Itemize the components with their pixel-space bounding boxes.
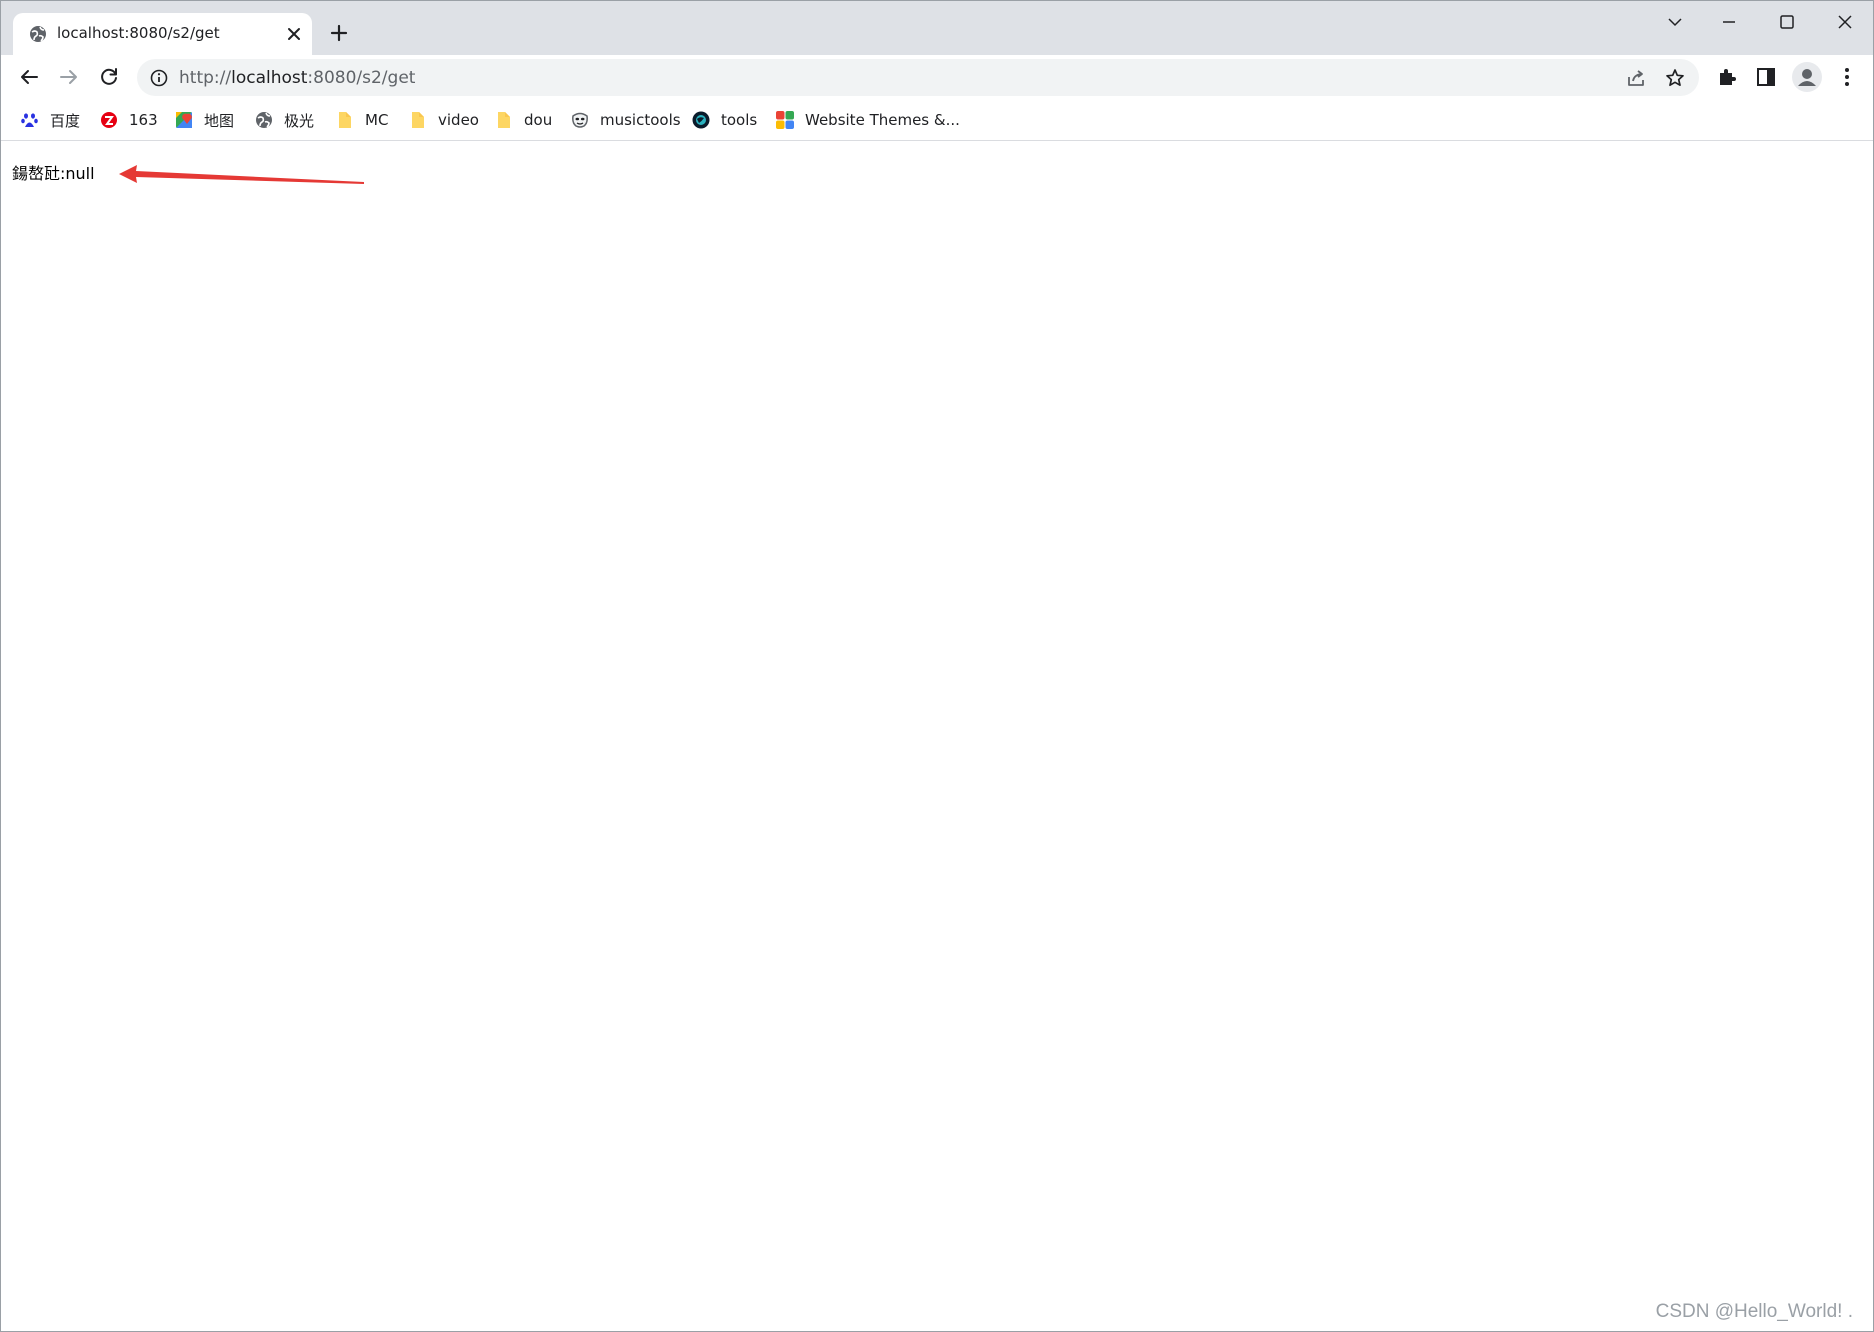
bookmark-folder-video[interactable]: video [408,108,479,132]
address-url[interactable]: http://localhost:8080/s2/get [179,68,415,88]
bookmark-folder-dou[interactable]: dou [494,108,552,132]
bookmarks-bar: 百度 163 地图 极光 MC video dou musictools too… [1,100,1873,141]
tab-active[interactable]: localhost:8080/s2/get [13,13,312,55]
url-scheme: http:// [179,68,232,88]
bookmark-label: video [438,111,479,129]
maximize-icon[interactable] [1767,9,1807,35]
bookmark-maps[interactable]: 地图 [174,108,234,132]
window-close-icon[interactable] [1825,9,1865,35]
profile-avatar[interactable] [1792,62,1822,92]
menu-icon[interactable] [1835,65,1859,89]
bookmark-label: Website Themes &... [805,111,960,129]
reload-icon[interactable] [97,65,121,89]
profile-icon [1798,69,1816,86]
toolbar: http://localhost:8080/s2/get [1,55,1873,100]
response-text: 鍚嶅瓧:null [12,164,95,183]
close-icon[interactable] [283,23,305,45]
url-path: :8080/s2/get [307,68,416,88]
plus-icon[interactable] [327,21,351,45]
browser-window: localhost:8080/s2/get http://localhost:8… [0,0,1874,1332]
themes-grid-icon [776,111,794,129]
folder-icon [498,112,510,128]
watermark: CSDN @Hello_World! . [1655,1301,1853,1322]
folder-icon [412,112,424,128]
bookmark-tools[interactable]: tools [691,108,757,132]
bookmark-label: tools [721,111,758,129]
mask-icon [572,112,588,128]
tools-globe-icon [692,111,710,129]
forward-icon[interactable] [57,65,81,89]
side-panel-icon[interactable] [1754,65,1778,89]
bookmark-label: dou [524,111,553,129]
info-icon[interactable] [149,68,169,88]
minimize-icon[interactable] [1709,9,1749,35]
back-icon[interactable] [17,65,41,89]
maps-pin-icon [176,112,192,128]
extensions-icon[interactable] [1715,65,1739,89]
tab-strip: localhost:8080/s2/get [1,1,1873,55]
netease-icon [101,112,117,128]
red-arrow-annotation [119,165,364,184]
baidu-paw-icon [21,113,38,127]
tab-title: localhost:8080/s2/get [57,24,220,42]
folder-icon [339,112,351,128]
bookmark-label: 地图 [204,111,235,130]
chevron-down-icon[interactable] [1655,9,1695,35]
bookmark-label: 极光 [284,111,315,130]
bookmark-folder-mc[interactable]: MC [335,108,388,132]
globe-icon [256,112,272,128]
star-icon[interactable] [1664,67,1686,89]
page-content: 鍚嶅瓧:null CSDN @Hello_World! . [1,141,1873,1331]
url-host: localhost [231,68,308,88]
bookmark-jiguang[interactable]: 极光 [254,108,314,132]
bookmark-163[interactable]: 163 [99,108,158,132]
globe-icon [30,26,46,42]
bookmark-label: MC [365,111,389,129]
bookmark-label: musictools [600,111,681,129]
bookmark-baidu[interactable]: 百度 [20,108,80,132]
bookmark-label: 163 [129,111,158,129]
bookmark-musictools[interactable]: musictools [570,108,681,132]
bookmark-website-themes[interactable]: Website Themes &... [775,108,960,132]
address-bar[interactable]: http://localhost:8080/s2/get [137,59,1699,96]
share-icon[interactable] [1625,67,1647,89]
bookmark-label: 百度 [50,111,81,130]
